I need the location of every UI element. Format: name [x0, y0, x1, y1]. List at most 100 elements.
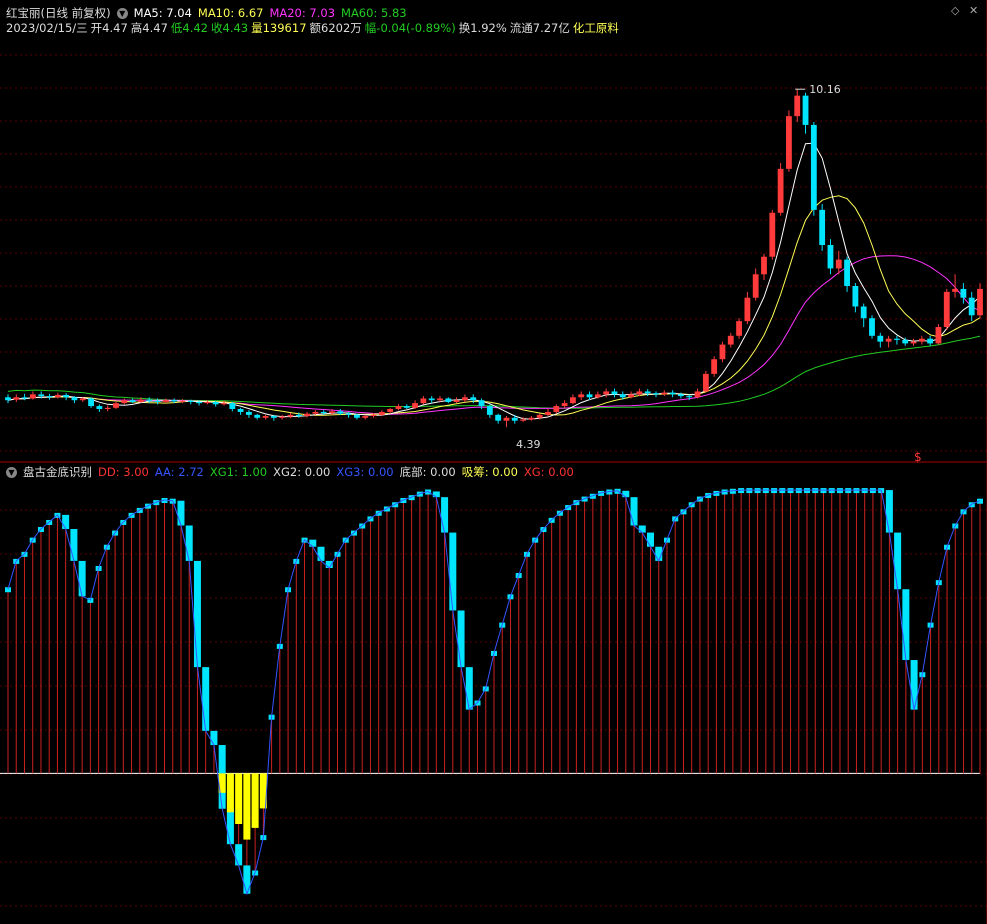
candle-body: [312, 411, 319, 414]
candle-body: [628, 394, 634, 398]
indicator-bar: [457, 610, 465, 668]
indicator-header: ▼ 盘古金底识别 DD: 3.00 AA: 2.72 XG1: 1.00 XG2: 0.0…: [6, 465, 580, 479]
indicator-bar: [226, 808, 234, 845]
ma5-path: [7, 142, 981, 420]
candle-body: [786, 116, 792, 169]
candle-body: [345, 413, 352, 415]
change-value: 幅-0.04(-0.89%): [364, 21, 456, 35]
candle-body: [254, 414, 261, 418]
absorb-value: 吸筹: 0.00: [461, 465, 518, 479]
indicator-bar: [317, 546, 325, 561]
indicator-bar: [885, 490, 893, 533]
candle-body: [702, 373, 709, 392]
ma5-value: MA5: 7.04: [133, 6, 192, 20]
candle-body: [295, 414, 302, 417]
ma60-path: [7, 335, 981, 409]
indicator-bar: [638, 525, 646, 533]
ma5-line: [7, 142, 981, 420]
candle-body: [262, 416, 269, 418]
candle-body: [121, 400, 128, 404]
candle-body: [320, 411, 327, 414]
candle-body: [229, 403, 236, 409]
candle-body: [79, 398, 86, 401]
candle-body: [204, 401, 211, 404]
bottom-value: 底部: 0.00: [399, 465, 456, 479]
candle-body: [619, 394, 626, 398]
candle-body: [769, 212, 776, 257]
indicator-bar: [449, 532, 457, 611]
candle-body: [129, 400, 136, 402]
candle-body: [752, 274, 759, 298]
indicator-bar: [235, 844, 243, 866]
candle-body: [221, 403, 227, 405]
indicator-bar: [185, 525, 193, 561]
high-price-label: 10.16: [809, 83, 841, 96]
candle-body: [902, 339, 909, 344]
expand-icon[interactable]: ◇: [951, 5, 961, 16]
dropdown-icon[interactable]: ▼: [116, 8, 128, 19]
candle-body: [354, 414, 360, 418]
ma20-path: [7, 255, 981, 415]
candle-body: [246, 411, 252, 415]
ma60-value: MA60: 5.83: [341, 6, 407, 20]
stock-title[interactable]: 红宝丽(日线 前复权): [6, 6, 111, 20]
close-value: 收4.43: [211, 21, 249, 35]
sector-link[interactable]: 化工原料: [573, 21, 619, 35]
float-cap-value: 流通7.27亿: [509, 21, 570, 35]
candle-body: [395, 406, 402, 409]
candle-body: [844, 259, 850, 286]
candle-body: [511, 417, 518, 421]
indicator-bar: [465, 667, 473, 710]
candle-body: [678, 394, 684, 397]
candle-body: [13, 397, 20, 400]
volume-value: 量139617: [251, 21, 307, 35]
indicator-name[interactable]: 盘古金底识别: [23, 465, 92, 479]
candle-body: [827, 245, 834, 269]
candle-body: [611, 391, 618, 395]
candle-body: [570, 397, 576, 404]
candle-body: [578, 394, 585, 398]
date-value: 2023/02/15/三: [6, 21, 88, 35]
aa-value: AA: 2.72: [154, 465, 204, 479]
candle-body: [686, 396, 693, 398]
candle-body: [894, 338, 900, 340]
close-icon[interactable]: ✕: [969, 5, 979, 16]
candle-body: [943, 291, 950, 327]
candle-body: [337, 411, 344, 414]
candle-body: [138, 399, 144, 402]
candle-body: [470, 397, 477, 401]
candle-body: [71, 397, 78, 401]
candle-body: [644, 391, 651, 394]
candle-body: [96, 406, 103, 409]
candle-body: [594, 394, 601, 398]
open-value: 开4.47: [90, 21, 128, 35]
bottom-signal-bar: [226, 773, 234, 813]
low-value: 低4.42: [170, 21, 208, 35]
candle-body: [478, 400, 485, 407]
candle-body: [453, 400, 460, 402]
candle-body: [270, 416, 277, 418]
bottom-signal-bar: [235, 773, 243, 824]
bottom-signal-bar: [251, 773, 259, 828]
low-price-label: 4.39: [516, 438, 541, 451]
ma10-path: [7, 195, 981, 416]
indicator-bar: [894, 532, 902, 590]
indicator-bar: [210, 730, 218, 746]
candle-body: [5, 397, 11, 401]
candle-body: [387, 409, 394, 412]
candle-body: [927, 338, 934, 344]
candle-body: [412, 403, 418, 408]
candle-body: [711, 359, 718, 374]
indicator-bar: [202, 667, 210, 731]
candle-body: [237, 409, 244, 412]
candle-body: [835, 259, 842, 269]
price-header-line1: 红宝丽(日线 前复权) ▼ MA5: 7.04 MA10: 6.67 MA20: 7.0…: [6, 6, 413, 20]
indicator-dropdown-icon[interactable]: ▼: [6, 467, 17, 478]
candle-body: [88, 398, 94, 407]
candle-body: [918, 338, 925, 342]
candle-body: [960, 288, 967, 298]
candle-body: [403, 406, 410, 408]
candle-body: [561, 403, 568, 407]
candle-body: [819, 209, 826, 245]
candle-body: [378, 411, 385, 415]
